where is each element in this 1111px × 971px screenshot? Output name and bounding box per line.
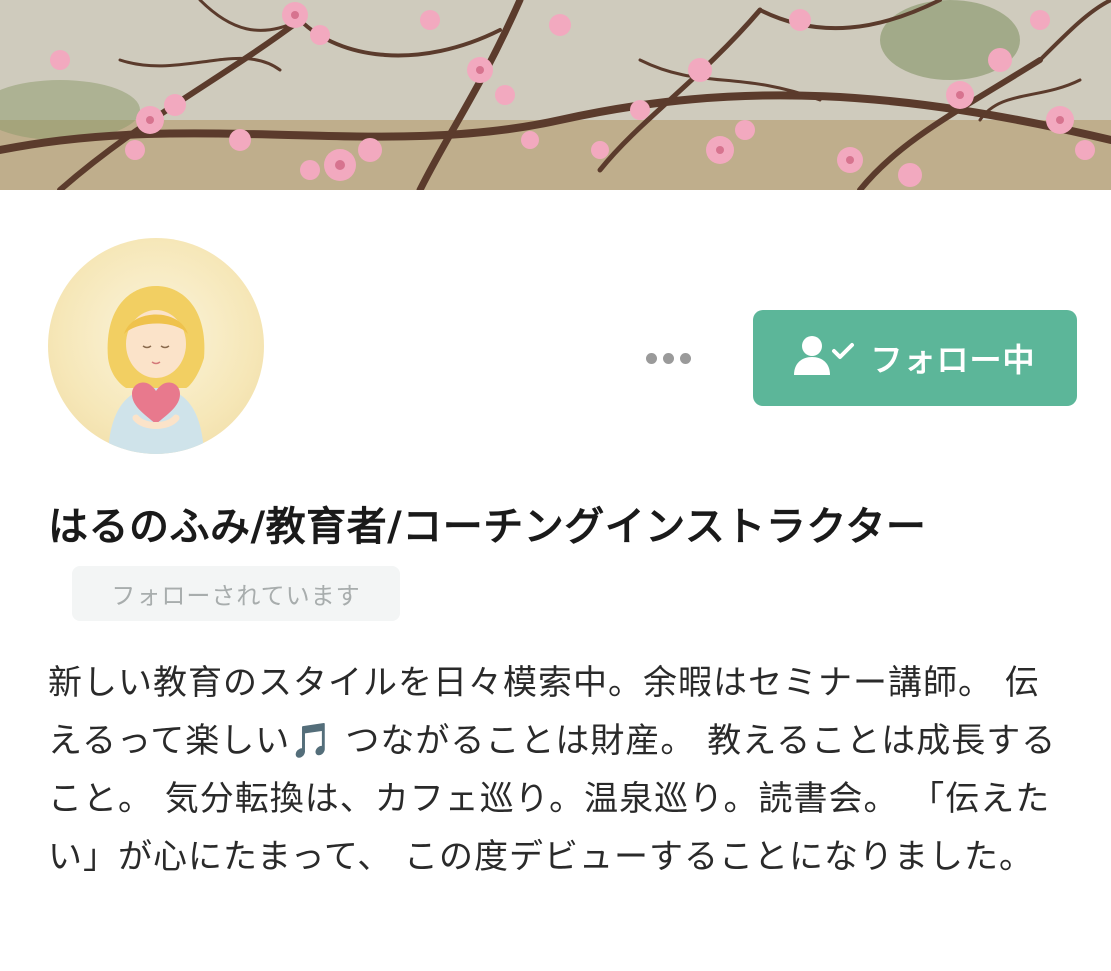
following-button[interactable]: フォロー中 xyxy=(753,310,1077,406)
user-check-icon xyxy=(794,335,856,381)
avatar[interactable] xyxy=(48,238,264,454)
more-options-button[interactable] xyxy=(636,338,700,378)
profile-bio: 新しい教育のスタイルを日々模索中。余暇はセミナー講師。 伝えるって楽しい🎵 つな… xyxy=(48,663,1057,877)
profile-page: フォロー中 はるのふみ/教育者/コーチングインストラクター フォローされています… xyxy=(0,0,1111,971)
following-button-label: フォロー中 xyxy=(870,341,1036,379)
more-dot xyxy=(662,352,674,364)
profile-name: はるのふみ/教育者/コーチングインストラクター xyxy=(48,504,927,550)
more-horizontal-icon xyxy=(645,352,657,364)
more-dot xyxy=(679,352,691,364)
cover-image xyxy=(0,0,1111,190)
avatar-illustration xyxy=(107,286,205,454)
follows-you-badge: フォローされています xyxy=(72,566,400,621)
cherry-blossom-photo xyxy=(0,0,1111,190)
